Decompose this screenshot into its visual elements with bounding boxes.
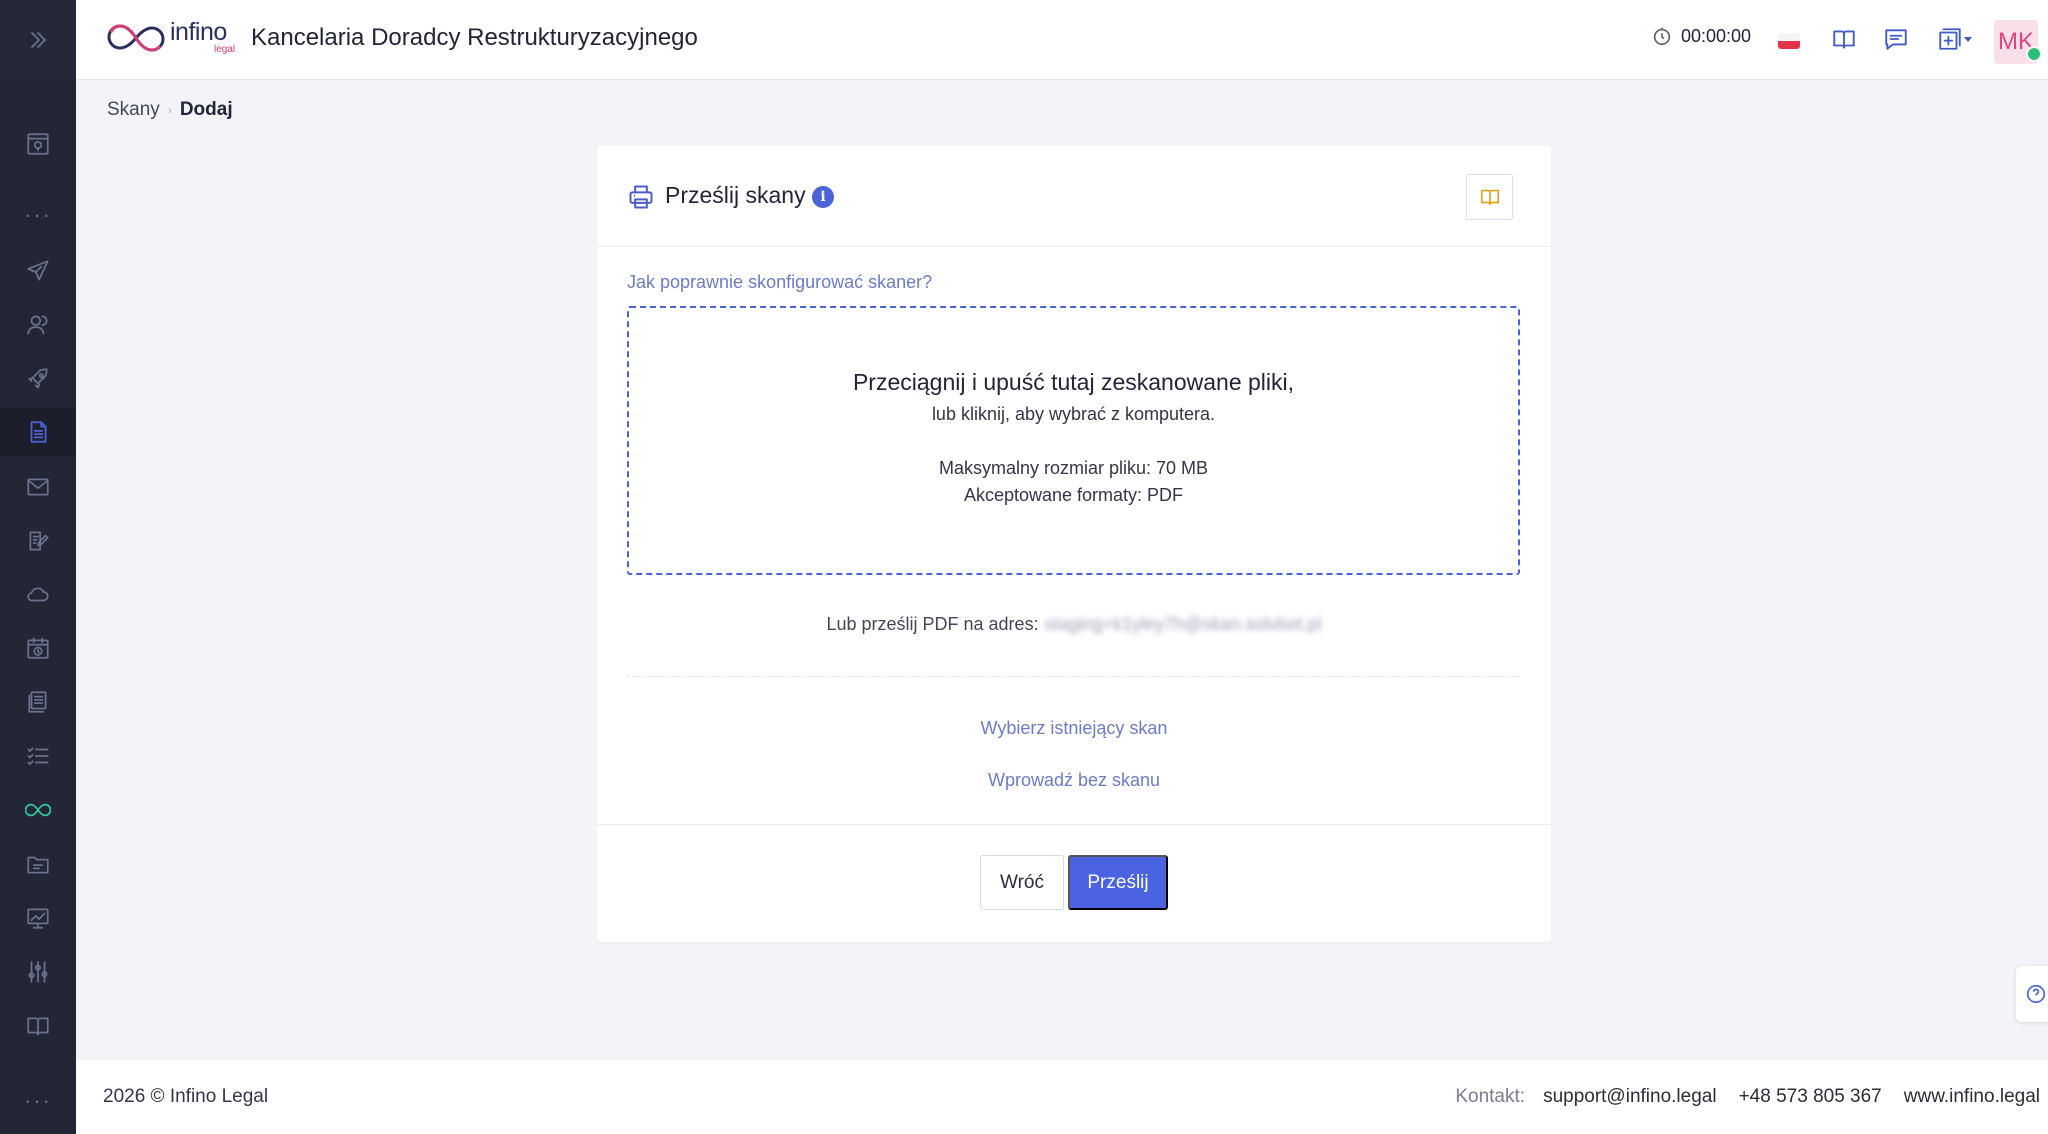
- help-icon: [2026, 984, 2046, 1004]
- sliders-icon: [28, 961, 48, 983]
- email-upload-label: Lub prześlij PDF na adres:: [826, 614, 1039, 634]
- users-icon: [27, 315, 48, 335]
- sidebar-item-users[interactable]: [0, 301, 76, 349]
- caret-down-icon: [1964, 37, 1972, 42]
- scanner-config-link[interactable]: Jak poprawnie skonfigurować skaner?: [627, 272, 932, 293]
- timer[interactable]: 00:00:00: [1651, 25, 1751, 47]
- instructions-button[interactable]: [1466, 174, 1513, 220]
- book-icon: [1480, 189, 1499, 206]
- send-icon: [27, 260, 49, 281]
- dropzone-title: Przeciągnij i upuść tutaj zeskanowane pl…: [852, 369, 1295, 395]
- sidebar-item-infino[interactable]: [0, 786, 76, 834]
- support-email-link[interactable]: support@infino.legal: [1543, 1086, 1717, 1108]
- top-header: infino legal Kancelaria Doradcy Restrukt…: [76, 0, 2048, 80]
- book-icon: [27, 1017, 49, 1036]
- dropzone-subtitle: lub kliknij, aby wybrać z komputera.: [931, 404, 1216, 424]
- submit-button[interactable]: Prześlij: [1068, 855, 1168, 910]
- upload-scans-card: Prześlij skany i Jak poprawnie skonfigur…: [597, 146, 1551, 942]
- sidebar-item-scans[interactable]: [0, 408, 76, 456]
- chart-icon: [27, 908, 49, 929]
- sidebar-item-dashboard[interactable]: [0, 120, 76, 168]
- docs-button[interactable]: [1829, 24, 1859, 54]
- contact-label: Kontakt:: [1455, 1086, 1526, 1107]
- add-window-dropdown[interactable]: [1933, 24, 1977, 54]
- sidebar: ··· ···: [0, 0, 76, 1134]
- add-window-icon: [1939, 28, 1961, 50]
- breadcrumb-separator-icon: ›: [167, 103, 172, 117]
- sidebar-expand-button[interactable]: [0, 0, 76, 80]
- sidebar-item-send[interactable]: [0, 247, 76, 295]
- email-upload-line: Lub prześlij PDF na adres: staging+k1yley…: [597, 614, 1551, 635]
- help-widget-button[interactable]: [2016, 966, 2048, 1022]
- sidebar-item-checklist[interactable]: [0, 732, 76, 780]
- phone-link[interactable]: +48 573 805 367: [1739, 1086, 1882, 1108]
- sidebar-item-cloud[interactable]: [0, 570, 76, 618]
- book-icon: [1833, 30, 1855, 49]
- flag-pl-icon[interactable]: [1778, 33, 1800, 49]
- cloud-icon: [27, 587, 49, 602]
- chat-icon: [1885, 29, 1907, 50]
- sidebar-item-rocket[interactable]: [0, 355, 76, 403]
- website-link[interactable]: www.infino.legal: [1904, 1086, 2040, 1108]
- folder-icon: [27, 856, 49, 874]
- sidebar-item-calendar[interactable]: [0, 624, 76, 672]
- breadcrumb-item-scans[interactable]: Skany: [107, 99, 160, 121]
- info-icon[interactable]: i: [812, 186, 834, 208]
- file-dropzone[interactable]: Przeciągnij i upuść tutaj zeskanowane pl…: [627, 306, 1520, 575]
- rocket-icon: [28, 368, 48, 389]
- sidebar-item-mail[interactable]: [0, 463, 76, 511]
- sidebar-item-settings[interactable]: [0, 948, 76, 996]
- checklist-icon: [27, 747, 49, 765]
- dropzone-max-size: Maksymalny rozmiar pliku: 70 MB: [938, 458, 1209, 478]
- more-dots-icon[interactable]: ···: [0, 204, 76, 226]
- card-footer: Wróć Prześlij: [597, 824, 1551, 942]
- sidebar-item-docs[interactable]: [0, 1002, 76, 1050]
- app-title: Kancelaria Doradcy Restrukturyzacyjnego: [251, 24, 698, 51]
- double-chevron-right-icon: [31, 32, 46, 48]
- chat-button[interactable]: [1881, 24, 1911, 54]
- sidebar-item-edit[interactable]: [0, 517, 76, 565]
- brand-name: infino: [170, 18, 227, 46]
- timer-value: 00:00:00: [1681, 25, 1752, 46]
- email-upload-address: staging+k1yley7h@skan.solvbot.pl: [1044, 614, 1322, 634]
- breadcrumb: Skany › Dodaj: [107, 99, 233, 121]
- dropzone-formats: Akceptowane formaty: PDF: [963, 485, 1184, 505]
- calendar-clock-icon: [27, 637, 49, 659]
- dashboard-icon: [27, 133, 49, 155]
- breadcrumb-current: Dodaj: [179, 99, 233, 120]
- copyright: 2026 © Infino Legal: [103, 1086, 269, 1107]
- document-icon: [30, 421, 47, 443]
- sidebar-item-folder[interactable]: [0, 840, 76, 888]
- mail-icon: [27, 478, 49, 496]
- enter-without-scan-link[interactable]: Wprowadź bez skanu: [597, 770, 1551, 791]
- online-status-icon: [2026, 46, 2042, 62]
- brand-sub: legal: [214, 44, 236, 55]
- sidebar-item-reports[interactable]: [0, 894, 76, 942]
- infinity-icon: [25, 803, 51, 817]
- page-footer: 2026 © Infino Legal Kontakt: support@inf…: [76, 1060, 2048, 1134]
- sidebar-item-database[interactable]: [0, 678, 76, 726]
- more-dots-icon[interactable]: ···: [0, 1090, 76, 1112]
- card-title: Prześlij skany: [665, 182, 806, 208]
- printer-icon: [627, 183, 655, 211]
- card-header: Prześlij skany i: [597, 146, 1551, 247]
- back-button[interactable]: Wróć: [980, 855, 1064, 910]
- timer-icon: [1653, 27, 1671, 46]
- contact-info: Kontakt: support@infino.legal +48 573 80…: [1455, 1086, 2040, 1108]
- divider: [627, 676, 1520, 677]
- edit-document-icon: [29, 531, 49, 551]
- choose-existing-scan-link[interactable]: Wybierz istniejący skan: [597, 718, 1551, 739]
- database-icon: [28, 691, 47, 713]
